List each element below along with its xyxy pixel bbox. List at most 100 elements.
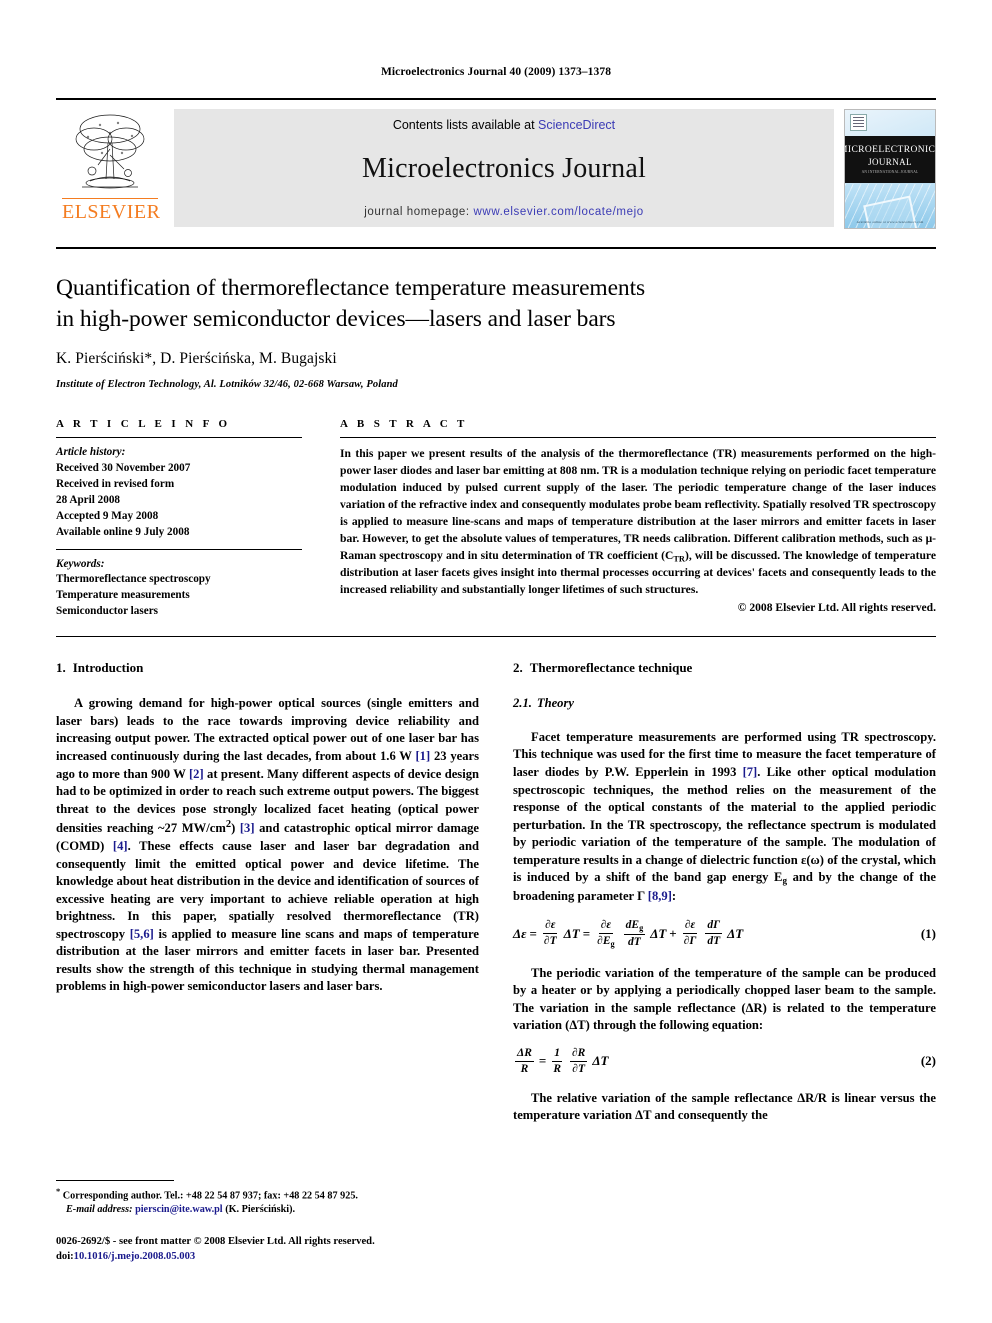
article-history-label: Article history: [56,446,126,459]
footnote-line-1: * Corresponding author. Tel.: +48 22 54 … [56,1186,464,1203]
eq1-lhs: Δε [513,925,527,941]
equation-1: Δε = ∂ε ∂T ΔT = ∂ε ∂Eg dEg dT ΔT + ∂ε ∂Γ… [513,919,936,948]
keywords-block: Keywords: Thermoreflectance spectroscopy… [56,550,302,621]
citation-ref-7[interactable]: [7] [743,765,758,779]
eq1-f1-numerator: ∂ε [543,919,558,935]
title-line-1: Quantification of thermoreflectance temp… [56,275,646,301]
article-info-column: A R T I C L E I N F O Article history: R… [56,418,302,620]
cover-title-line1: Microelectronics [844,144,936,155]
elsevier-wordmark: ELSEVIER [62,198,160,222]
eq1-fraction-5: dΓ dT [705,919,723,948]
eq1-f5-denominator: dT [707,935,721,948]
journal-banner: ELSEVIER Contents lists available at Sci… [56,98,936,233]
abstract-text-main: In this paper we present results of the … [340,447,936,562]
footnote-corresponding-text: Corresponding author. Tel.: +48 22 54 87… [60,1190,358,1202]
title-line-2: in high-power semiconductor devices—lase… [56,305,616,332]
abstract-subscript: TR [673,553,685,563]
subsection-heading-theory: 2.1. Theory [513,695,936,713]
email-owner: (K. Pierściński). [225,1204,296,1216]
citation-ref-5-6[interactable]: [5,6] [130,927,154,941]
eq2-f3-denominator: ∂T [572,1062,586,1075]
eq1-f2-den-main: ∂E [597,934,611,947]
history-item: Received 30 November 2007 [56,462,191,474]
eq2-term-1: ΔT [592,1053,609,1069]
paragraph-introduction: A growing demand for high-power optical … [56,695,479,996]
body-columns: 1. Introduction A growing demand for high… [56,659,936,1125]
title-divider [56,247,936,249]
paragraph-theory: Facet temperature measurements are perfo… [513,729,936,905]
body-divider [56,636,936,638]
eq1-f4-numerator: ∂ε [682,919,698,935]
intro-text-d: ) [231,821,240,836]
citation-ref-1[interactable]: [1] [415,749,430,763]
banner-center: Contents lists available at ScienceDirec… [174,109,834,227]
eq1-f3-num-sub: g [639,923,644,933]
eq1-f5-numerator: dΓ [705,919,723,935]
citation-ref-4[interactable]: [4] [113,839,128,853]
equation-2-number: (2) [920,1053,936,1069]
eq2-fraction-2: 1 R [551,1047,563,1076]
doi-link[interactable]: 10.1016/j.mejo.2008.05.003 [74,1251,196,1262]
body-column-left: 1. Introduction A growing demand for high… [56,659,479,1125]
email-link[interactable]: pierscin@ite.waw.pl [135,1204,223,1215]
history-item: 28 April 2008 [56,493,121,506]
journal-homepage-link[interactable]: www.elsevier.com/locate/mejo [474,206,644,218]
homepage-prefix: journal homepage: [364,206,474,218]
subsection-number: 2.1. [513,696,532,711]
keywords-label: Keywords: [56,557,105,570]
eq2-f1-numerator: ΔR [515,1047,534,1062]
eq1-equals: = [529,925,537,941]
cover-footer-text: Available online at www.sciencedirect.co… [856,220,924,224]
citation-ref-2[interactable]: [2] [189,767,204,781]
eq1-f2-numerator: ∂ε [598,919,614,934]
email-label: E-mail address: [66,1204,133,1216]
equation-2-body: ΔR R = 1 R ∂R ∂T ΔT [513,1047,608,1076]
eq1-term-3: ΔT [727,925,744,941]
elsevier-tree-icon [75,114,145,189]
info-abstract-region: A R T I C L E I N F O Article history: R… [56,418,936,620]
footnote-line-2: E-mail address: pierscin@ite.waw.pl (K. … [56,1203,464,1217]
keyword-item: Temperature measurements [56,589,190,602]
section-heading-introduction: 1. Introduction [56,659,479,677]
eq1-fraction-2: ∂ε ∂Eg [595,919,617,948]
keyword-item: Semiconductor lasers [56,605,159,618]
abstract-copyright: © 2008 Elsevier Ltd. All rights reserved… [737,601,936,614]
abstract-column: A B S T R A C T In this paper we present… [340,418,936,620]
eq1-f3-num-main: dE [625,919,640,932]
sciencedirect-link[interactable]: ScienceDirect [538,118,615,132]
section-number: 1. [56,660,66,676]
section-title: Thermoreflectance technique [529,660,693,676]
paragraph-relative-variation: The relative variation of the sample ref… [513,1090,936,1123]
equation-1-body: Δε = ∂ε ∂T ΔT = ∂ε ∂Eg dEg dT ΔT + ∂ε ∂Γ… [513,919,743,948]
imprint-block: 0026-2692/$ - see front matter © 2008 El… [56,1234,375,1264]
section-title: Introduction [72,660,144,676]
contents-prefix: Contents lists available at [392,118,539,132]
history-item: Available online 9 July 2008 [56,525,190,538]
corresponding-author-footnote: * Corresponding author. Tel.: +48 22 54 … [56,1180,464,1218]
citation-ref-3[interactable]: [3] [240,821,255,835]
eq1-fraction-1: ∂ε ∂T [542,919,559,948]
citation-ref-8-9[interactable]: [8,9] [648,889,672,903]
eq1-plus: + [669,925,677,941]
body-column-right: 2. Thermoreflectance technique 2.1. Theory… [513,659,936,1125]
intro-text-f: . These effects cause laser and laser ba… [56,838,479,941]
cover-corner-icon [850,114,867,131]
eq2-equals: = [538,1053,547,1069]
doi-label: doi: [56,1251,74,1263]
page-title: Quantification of thermoreflectance temp… [56,273,936,334]
contents-available-line: Contents lists available at ScienceDirec… [393,118,615,132]
eq1-term-1: ΔT [563,925,580,941]
journal-title: Microelectronics Journal [362,153,646,184]
paper-page: Microelectronics Journal 40 (2009) 1373–… [0,0,992,1323]
eq2-f3-numerator: ∂R [569,1047,588,1062]
eq1-f2-den-sub: g [610,939,615,949]
article-info-heading: A R T I C L E I N F O [56,418,231,431]
eq2-f2-denominator: R [553,1062,561,1075]
eq1-equals-2: = [582,925,591,941]
journal-cover-thumbnail: Microelectronics Journal An internationa… [844,109,936,229]
theory-text-d: : [671,888,677,903]
abstract-text: In this paper we present results of the … [340,438,936,599]
eq1-f3-denominator: dT [628,935,641,948]
imprint-issn-line: 0026-2692/$ - see front matter © 2008 El… [56,1236,375,1247]
eq1-f1-denominator: ∂T [543,935,557,948]
